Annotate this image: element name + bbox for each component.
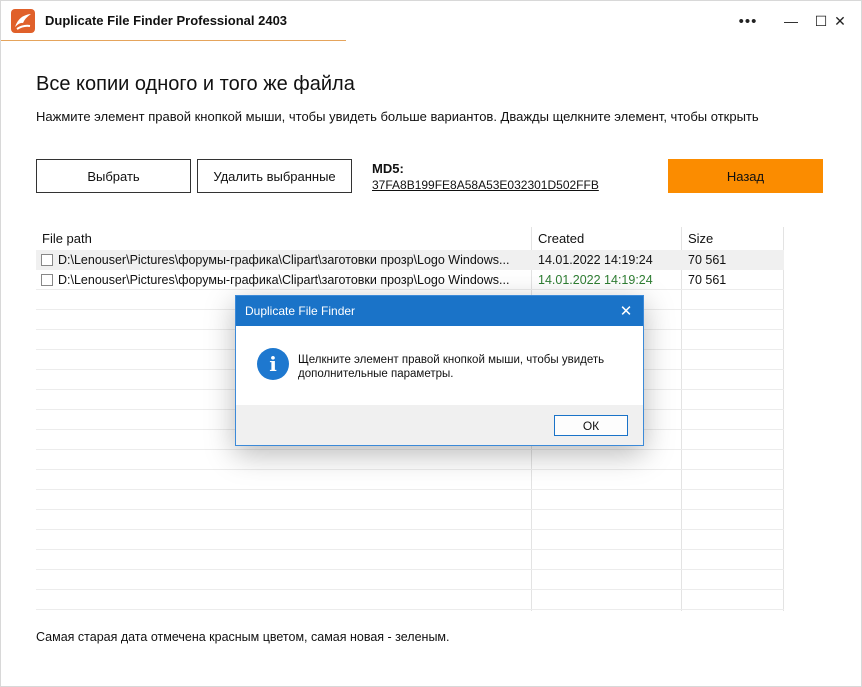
window-title: Duplicate File Finder Professional 2403 (45, 13, 288, 28)
dialog-close-button[interactable]: ✕ (617, 302, 635, 320)
row-checkbox[interactable] (41, 254, 53, 266)
color-legend-note: Самая старая дата отмечена красным цвето… (36, 630, 450, 644)
md5-value-link[interactable]: 37FA8B199FE8A58A53E032301D502FFB (372, 178, 599, 192)
dialog-button-area: ОК (236, 405, 643, 445)
row-file-path: D:\Lenouser\Pictures\форумы-графика\Clip… (58, 273, 510, 287)
column-header-size[interactable]: Size (688, 231, 713, 246)
select-button[interactable]: Выбрать (36, 159, 191, 193)
page-title: Все копии одного и того же файла (36, 73, 355, 95)
minimize-button[interactable]: — (777, 7, 805, 35)
dialog-title: Duplicate File Finder (245, 304, 356, 318)
row-file-size: 70 561 (688, 273, 727, 287)
page-subtitle: Нажмите элемент правой кнопкой мыши, что… (36, 109, 759, 124)
info-dialog: Duplicate File Finder ✕ i Щелкните элеме… (235, 295, 644, 446)
dialog-message: Щелкните элемент правой кнопкой мыши, чт… (298, 354, 605, 380)
column-header-file-path[interactable]: File path (42, 231, 92, 246)
back-button[interactable]: Назад (668, 159, 823, 193)
close-window-button[interactable]: ✕ (826, 7, 854, 35)
row-divider (36, 569, 784, 570)
row-divider (36, 529, 784, 530)
md5-label: MD5: (372, 161, 404, 176)
main-window: Duplicate File Finder Professional 2403 … (0, 0, 862, 687)
table-header: File path Created Size (36, 227, 784, 249)
title-bar: Duplicate File Finder Professional 2403 … (1, 1, 861, 41)
table-row[interactable]: D:\Lenouser\Pictures\форумы-графика\Clip… (36, 270, 784, 290)
row-created-date: 14.01.2022 14:19:24 (538, 273, 653, 287)
row-divider (36, 449, 784, 450)
row-divider (36, 549, 784, 550)
delete-selected-button[interactable]: Удалить выбранные (197, 159, 352, 193)
row-created-date: 14.01.2022 14:19:24 (538, 253, 653, 267)
table-row[interactable]: D:\Lenouser\Pictures\форумы-графика\Clip… (36, 250, 784, 270)
title-accent-line (1, 40, 346, 41)
row-file-path: D:\Lenouser\Pictures\форумы-графика\Clip… (58, 253, 510, 267)
ok-button[interactable]: ОК (554, 415, 628, 436)
row-file-size: 70 561 (688, 253, 727, 267)
row-checkbox[interactable] (41, 274, 53, 286)
row-divider (36, 509, 784, 510)
app-logo-icon (11, 9, 35, 33)
info-icon: i (257, 348, 289, 380)
more-options-icon[interactable]: ••• (734, 7, 762, 35)
row-divider (36, 489, 784, 490)
dialog-title-bar: Duplicate File Finder ✕ (236, 296, 643, 326)
column-header-created[interactable]: Created (538, 231, 584, 246)
row-divider (36, 469, 784, 470)
row-divider (36, 589, 784, 590)
row-divider (36, 609, 784, 610)
